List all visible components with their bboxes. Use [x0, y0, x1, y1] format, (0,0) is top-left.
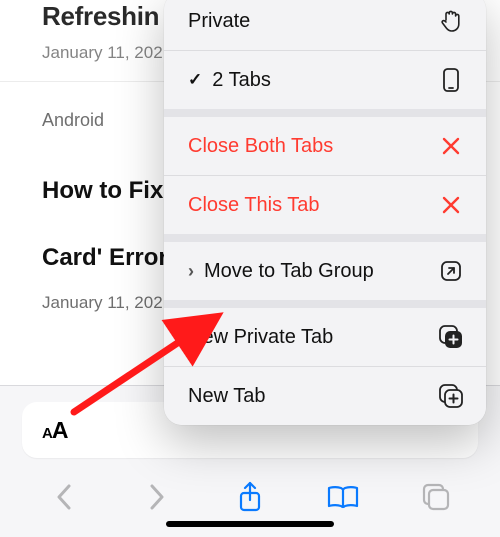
toolbar-row: [0, 468, 500, 526]
separator-thick: [164, 234, 486, 242]
separator-thick: [164, 300, 486, 308]
menu-item-close-this-tab[interactable]: Close This Tab: [164, 176, 486, 234]
menu-label: New Private Tab: [188, 326, 333, 349]
chevron-right-icon: ›: [188, 261, 194, 282]
device-icon: [438, 67, 464, 93]
arrow-up-right-square-icon: [438, 258, 464, 284]
separator-thick: [164, 109, 486, 117]
menu-label: Close This Tab: [188, 194, 320, 217]
close-icon: [438, 133, 464, 159]
menu-label: Private: [188, 10, 250, 33]
home-indicator: [166, 521, 334, 527]
menu-item-move-to-tab-group[interactable]: › Move to Tab Group: [164, 242, 486, 300]
menu-label: Close Both Tabs: [188, 135, 333, 158]
checkmark-icon: ✓: [188, 70, 202, 90]
book-icon: [326, 483, 360, 511]
menu-label: ✓ 2 Tabs: [188, 69, 271, 92]
tab-context-menu: Private ✓ 2 Tabs Close Both Tabs Close T…: [164, 0, 486, 425]
bookmarks-button[interactable]: [321, 475, 365, 519]
hand-icon: [438, 8, 464, 34]
plus-square-on-square-icon: [438, 383, 464, 409]
menu-item-tabs-count[interactable]: ✓ 2 Tabs: [164, 51, 486, 109]
close-icon: [438, 192, 464, 218]
menu-item-private[interactable]: Private: [164, 0, 486, 50]
menu-item-new-tab[interactable]: New Tab: [164, 367, 486, 425]
reader-mode-aa-icon[interactable]: AA: [42, 417, 67, 444]
share-button[interactable]: [228, 475, 272, 519]
share-icon: [237, 481, 263, 513]
menu-item-close-both-tabs[interactable]: Close Both Tabs: [164, 117, 486, 175]
menu-item-new-private-tab[interactable]: New Private Tab: [164, 308, 486, 366]
tabs-icon: [421, 482, 451, 512]
tabs-button[interactable]: [414, 475, 458, 519]
article-title-line1: How to Fix t: [42, 177, 178, 204]
forward-button[interactable]: [135, 475, 179, 519]
chevron-right-icon: [148, 483, 166, 511]
menu-label: › Move to Tab Group: [188, 260, 374, 283]
menu-label: New Tab: [188, 385, 265, 408]
back-button[interactable]: [42, 475, 86, 519]
chevron-left-icon: [55, 483, 73, 511]
plus-square-fill-icon: [438, 324, 464, 350]
